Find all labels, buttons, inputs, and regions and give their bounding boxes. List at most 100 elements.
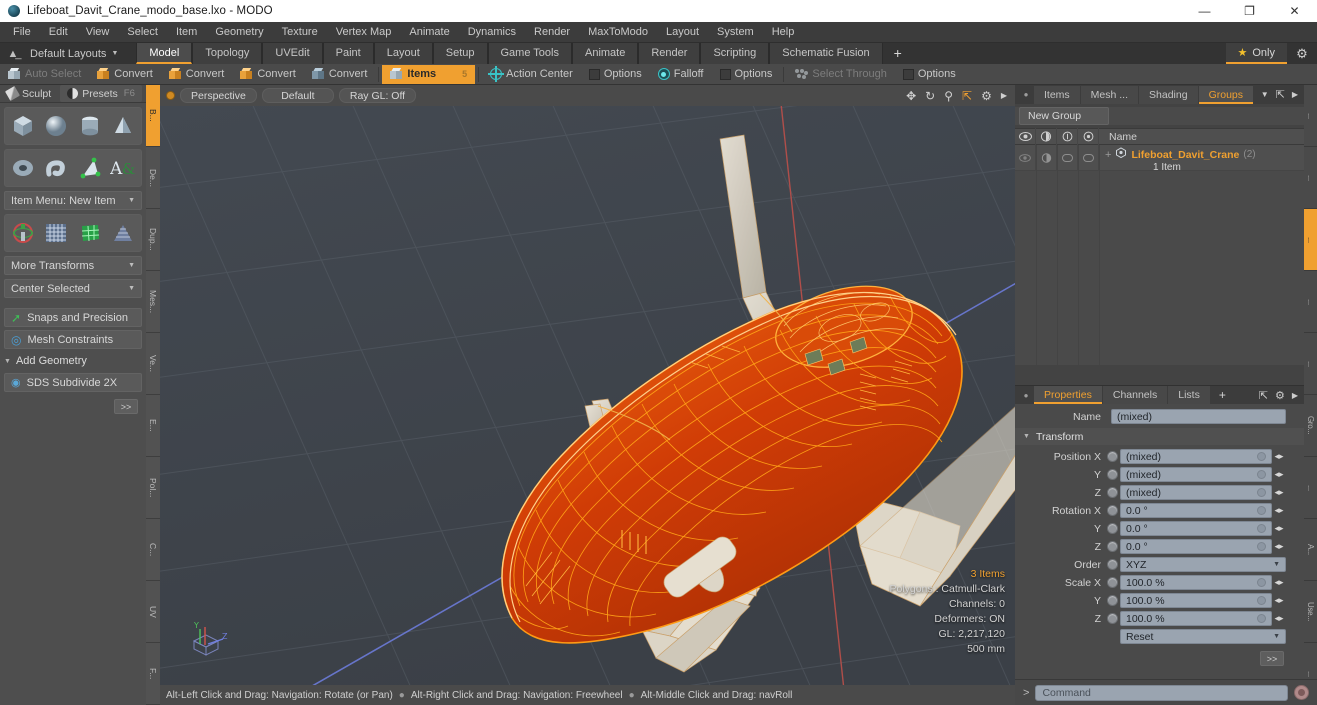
order-dropdown[interactable]: XYZ ▼ bbox=[1120, 557, 1286, 572]
tab-presets[interactable]: Presets F6 bbox=[60, 85, 142, 102]
name-field[interactable]: (mixed) bbox=[1111, 409, 1286, 424]
maximize-button[interactable]: ❐ bbox=[1227, 0, 1272, 22]
add-geometry-section[interactable]: ▼ Add Geometry bbox=[4, 352, 142, 370]
mode-convert-4[interactable]: Convert bbox=[304, 65, 376, 84]
only-toggle[interactable]: ★ Only bbox=[1225, 43, 1287, 64]
property-value-field[interactable]: 0.0 ° bbox=[1120, 539, 1272, 554]
tab-items[interactable]: Items bbox=[1034, 85, 1080, 104]
layout-tab-uvedit[interactable]: UVEdit bbox=[262, 43, 323, 64]
home-icon[interactable]: ▲̲ bbox=[0, 48, 26, 60]
torus-primitive[interactable] bbox=[7, 152, 40, 184]
menu-item-item[interactable]: Item bbox=[167, 23, 206, 41]
value-stepper[interactable]: ◂▸ bbox=[1272, 595, 1286, 606]
menu-item-file[interactable]: File bbox=[4, 23, 40, 41]
command-input[interactable]: Command bbox=[1035, 684, 1288, 701]
transform-gizmo-tool[interactable] bbox=[7, 217, 40, 249]
3d-viewport[interactable]: Perspective Default Ray GL: Off ✥ ↻ ⚲ ⇱ … bbox=[160, 85, 1015, 705]
left-vtab-2[interactable]: Dup... bbox=[146, 209, 160, 271]
property-value-field[interactable]: 100.0 % bbox=[1120, 593, 1272, 608]
value-stepper[interactable]: ◂▸ bbox=[1272, 505, 1286, 516]
gear-icon[interactable]: ⚙ bbox=[1287, 46, 1317, 62]
left-vtab-0[interactable]: B... bbox=[146, 85, 160, 147]
menu-item-view[interactable]: View bbox=[77, 23, 119, 41]
value-knob[interactable] bbox=[1257, 452, 1266, 461]
channel-dot[interactable] bbox=[1107, 541, 1118, 552]
left-vtab-9[interactable]: F... bbox=[146, 643, 160, 705]
tab-mesh[interactable]: Mesh ... bbox=[1080, 85, 1139, 104]
render-icon[interactable] bbox=[1036, 128, 1057, 145]
axis-gizmo[interactable]: Y Z bbox=[178, 615, 234, 661]
layout-tab-topology[interactable]: Topology bbox=[192, 43, 263, 64]
value-stepper[interactable]: ◂▸ bbox=[1272, 613, 1286, 624]
viewport-canvas[interactable]: 3 Items Polygons : Catmull-Clark Channel… bbox=[160, 106, 1015, 685]
arrow-right-icon[interactable]: ▶ bbox=[1292, 90, 1298, 99]
value-stepper[interactable]: ◂▸ bbox=[1272, 469, 1286, 480]
array-tool[interactable] bbox=[106, 217, 139, 249]
row-render-toggle[interactable] bbox=[1036, 145, 1057, 171]
expand-icon[interactable]: ⇱ bbox=[1259, 389, 1268, 402]
expand-more-button[interactable]: >> bbox=[114, 399, 138, 414]
cube-primitive[interactable] bbox=[7, 110, 40, 142]
value-knob[interactable] bbox=[1257, 524, 1266, 533]
viewport-shading-selector[interactable]: Default bbox=[261, 88, 334, 103]
left-vtab-3[interactable]: Mes... bbox=[146, 271, 160, 333]
arrow-right-icon[interactable]: ▶ bbox=[1001, 91, 1007, 100]
layout-tab-scripting[interactable]: Scripting bbox=[700, 43, 770, 64]
menu-item-dynamics[interactable]: Dynamics bbox=[459, 23, 525, 41]
tab-properties[interactable]: Properties bbox=[1034, 386, 1102, 404]
row-visibility-toggle[interactable] bbox=[1015, 145, 1036, 171]
property-value-field[interactable]: 0.0 ° bbox=[1120, 503, 1272, 518]
layout-tab-render[interactable]: Render bbox=[638, 43, 701, 64]
arrow-right-icon[interactable]: ▶ bbox=[1292, 391, 1298, 400]
order-channel-dot[interactable] bbox=[1107, 559, 1118, 570]
channel-dot[interactable] bbox=[1107, 451, 1118, 462]
right-vtab-5[interactable]: Gro... bbox=[1304, 395, 1317, 457]
capsule-primitive[interactable] bbox=[40, 152, 73, 184]
expander-icon[interactable]: + bbox=[1105, 149, 1111, 161]
value-knob[interactable] bbox=[1257, 578, 1266, 587]
right-vtab-7[interactable]: A... bbox=[1304, 519, 1317, 581]
checkbox-icon[interactable] bbox=[719, 68, 731, 80]
mode-options-11[interactable]: Options bbox=[895, 65, 964, 84]
value-knob[interactable] bbox=[1257, 542, 1266, 551]
menu-item-system[interactable]: System bbox=[708, 23, 763, 41]
right-vtab-1[interactable]: ... bbox=[1304, 147, 1317, 209]
eye-icon[interactable] bbox=[1015, 128, 1036, 145]
right-vtab-0[interactable]: ... bbox=[1304, 85, 1317, 147]
mode-select-through-10[interactable]: Select Through bbox=[787, 65, 894, 84]
group-tree-body[interactable]: + Lifeboat_Davit_Crane (2) 1 Item bbox=[1015, 145, 1304, 365]
reset-dropdown[interactable]: Reset ▼ bbox=[1120, 629, 1286, 644]
value-knob[interactable] bbox=[1257, 470, 1266, 479]
cone-primitive[interactable] bbox=[106, 110, 139, 142]
table-row[interactable]: + Lifeboat_Davit_Crane (2) 1 Item bbox=[1015, 145, 1304, 173]
channel-dot[interactable] bbox=[1107, 613, 1118, 624]
left-vtab-8[interactable]: UV bbox=[146, 581, 160, 643]
polygon-bevel-tool[interactable] bbox=[73, 217, 106, 249]
menu-item-maxtomodo[interactable]: MaxToModo bbox=[579, 23, 657, 41]
property-value-field[interactable]: (mixed) bbox=[1120, 485, 1272, 500]
properties-more-button[interactable]: >> bbox=[1260, 651, 1284, 666]
panel-menu-icon[interactable]: ● bbox=[1019, 90, 1033, 99]
right-vtab-3[interactable]: ... bbox=[1304, 271, 1317, 333]
checkbox-icon[interactable] bbox=[588, 68, 600, 80]
pen-primitive[interactable] bbox=[73, 152, 106, 184]
layout-tab-paint[interactable]: Paint bbox=[322, 43, 374, 64]
mode-falloff-8[interactable]: Falloff bbox=[650, 65, 712, 84]
mode-convert-3[interactable]: Convert bbox=[232, 65, 304, 84]
group-item[interactable]: + Lifeboat_Davit_Crane (2) 1 Item bbox=[1099, 145, 1304, 173]
value-stepper[interactable]: ◂▸ bbox=[1272, 523, 1286, 534]
menu-item-texture[interactable]: Texture bbox=[273, 23, 327, 41]
viewport-menu-icon[interactable] bbox=[166, 91, 175, 100]
gear-icon[interactable]: ⚙ bbox=[1275, 389, 1285, 402]
center-selected-dropdown[interactable]: Center Selected ▼ bbox=[4, 279, 142, 298]
menu-item-vertex-map[interactable]: Vertex Map bbox=[327, 23, 401, 41]
tab-sculpt[interactable]: Sculpt bbox=[0, 85, 58, 102]
channel-dot[interactable] bbox=[1107, 523, 1118, 534]
mode-options-9[interactable]: Options bbox=[712, 65, 781, 84]
value-stepper[interactable]: ◂▸ bbox=[1272, 577, 1286, 588]
mode-convert-1[interactable]: Convert bbox=[89, 65, 161, 84]
tab-channels[interactable]: Channels bbox=[1102, 386, 1168, 404]
right-vtab-2[interactable]: ... bbox=[1304, 209, 1317, 271]
row-lock-toggle[interactable] bbox=[1057, 145, 1078, 171]
more-transforms-dropdown[interactable]: More Transforms ▼ bbox=[4, 256, 142, 275]
